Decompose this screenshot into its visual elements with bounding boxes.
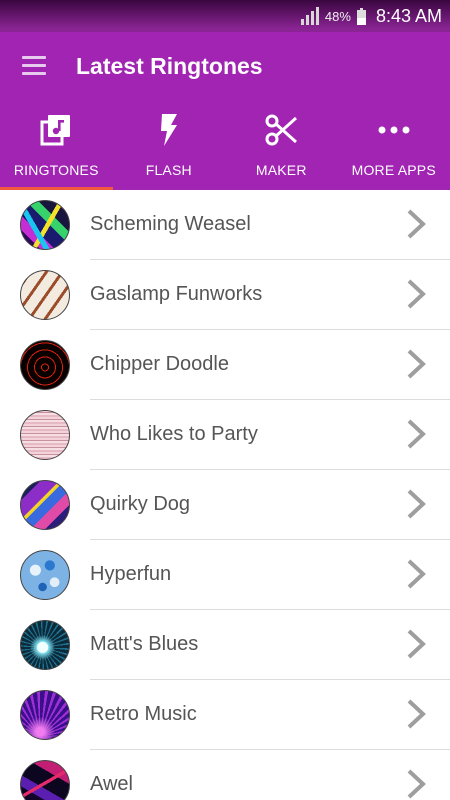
tab-label: FLASH — [145, 162, 192, 178]
tab-label: RINGTONES — [13, 162, 99, 178]
tab-ringtones[interactable]: RINGTONES — [0, 100, 113, 190]
tab-more-apps[interactable]: MORE APPS — [338, 100, 450, 190]
battery-icon — [356, 7, 366, 25]
tab-flash[interactable]: FLASH — [113, 100, 226, 190]
ringtone-thumbnail — [20, 480, 70, 530]
ringtone-title: Scheming Weasel — [90, 213, 251, 235]
ringtone-row[interactable]: Who Likes to Party — [0, 400, 450, 470]
tab-bar: RINGTONES FLASH MAKER MORE APPS — [0, 100, 450, 190]
ringtone-title: Quirky Dog — [90, 493, 191, 515]
chevron-right-icon — [407, 209, 426, 239]
ringtone-row[interactable]: Matt's Blues — [0, 610, 450, 680]
tab-maker[interactable]: MAKER — [225, 100, 338, 190]
ringtone-row[interactable]: Quirky Dog — [0, 470, 450, 540]
chevron-right-icon — [407, 559, 426, 589]
chevron-right-icon — [407, 629, 426, 659]
ringtone-thumbnail — [20, 200, 70, 250]
ringtone-thumbnail — [20, 690, 70, 740]
ringtone-title: Chipper Doodle — [90, 353, 229, 375]
app-toolbar: Latest Ringtones — [0, 32, 450, 100]
status-indicators: 48% 8:43 AM — [300, 0, 442, 32]
battery-percent: 48% — [324, 8, 351, 24]
ringtone-row[interactable]: Hyperfun — [0, 540, 450, 610]
ringtone-row[interactable]: Scheming Weasel — [0, 190, 450, 260]
scissors-icon — [261, 110, 301, 150]
chevron-right-icon — [407, 699, 426, 729]
chevron-right-icon — [407, 769, 426, 799]
tab-label: MAKER — [255, 162, 307, 178]
app-screen: 48% 8:43 AM Latest Ringtones RINGTONES F… — [0, 0, 450, 800]
chevron-right-icon — [407, 489, 426, 519]
ringtone-title: Awel — [90, 773, 133, 795]
flash-icon — [149, 110, 189, 150]
page-title: Latest Ringtones — [76, 53, 263, 79]
ringtone-row[interactable]: Chipper Doodle — [0, 330, 450, 400]
ringtone-title: Matt's Blues — [90, 633, 199, 655]
ringtone-thumbnail — [20, 620, 70, 670]
chevron-right-icon — [407, 279, 426, 309]
more-horizontal-icon — [374, 110, 414, 150]
signal-strength-icon — [300, 7, 319, 25]
ringtone-thumbnail — [20, 410, 70, 460]
clock: 8:43 AM — [375, 5, 442, 26]
ringtone-thumbnail — [20, 270, 70, 320]
ringtone-title: Hyperfun — [90, 563, 172, 585]
hamburger-menu-icon[interactable] — [20, 54, 48, 78]
tab-label: MORE APPS — [351, 162, 436, 178]
ringtone-thumbnail — [20, 340, 70, 390]
chevron-right-icon — [407, 419, 426, 449]
ringtone-title: Gaslamp Funworks — [90, 283, 263, 305]
ringtone-row[interactable]: Gaslamp Funworks — [0, 260, 450, 330]
ringtone-list: Scheming Weasel Gaslamp Funworks Chipper… — [0, 190, 450, 800]
ringtone-row[interactable]: Awel — [0, 750, 450, 800]
ringtone-thumbnail — [20, 550, 70, 600]
ringtone-row[interactable]: Retro Music — [0, 680, 450, 750]
status-bar: 48% 8:43 AM — [0, 0, 450, 32]
ringtone-thumbnail — [20, 760, 70, 800]
ringtone-title: Retro Music — [90, 703, 197, 725]
chevron-right-icon — [407, 349, 426, 379]
ringtone-title: Who Likes to Party — [90, 423, 258, 445]
music-library-icon — [36, 110, 76, 150]
